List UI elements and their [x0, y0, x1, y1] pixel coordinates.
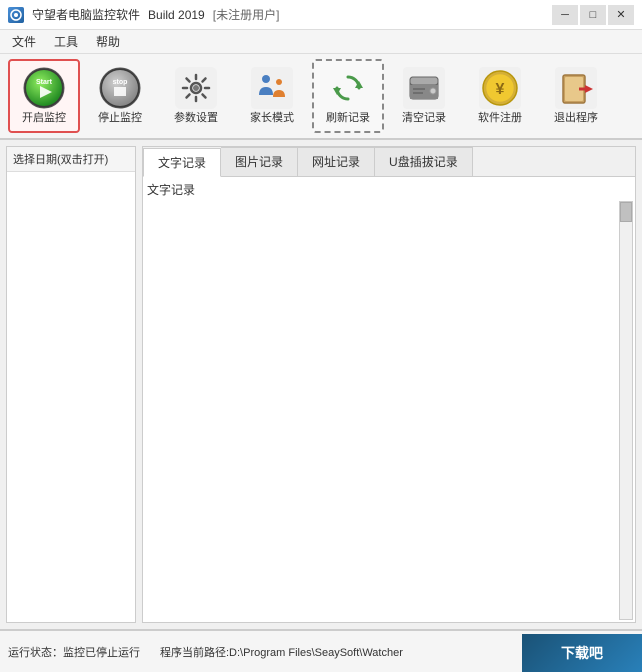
- main-content: 选择日期(双击打开) 文字记录 图片记录 网址记录 U盘插拔记录 文字记录: [0, 140, 642, 630]
- register-label: 软件注册: [478, 112, 522, 125]
- tab-content-area: 文字记录: [143, 177, 635, 622]
- watermark: 下载吧: [522, 634, 642, 672]
- date-tree-body[interactable]: [7, 172, 135, 622]
- tab-url-records[interactable]: 网址记录: [298, 147, 375, 176]
- menu-help[interactable]: 帮助: [88, 31, 128, 52]
- tab-usb-records[interactable]: U盘插拔记录: [375, 147, 473, 176]
- settings-button[interactable]: 参数设置: [160, 59, 232, 133]
- svg-text:¥: ¥: [496, 81, 505, 98]
- refresh-icon: [326, 66, 370, 110]
- parent-mode-icon: [250, 66, 294, 110]
- minimize-button[interactable]: ─: [552, 5, 578, 25]
- toolbar: Start 开启监控 stop 停止监控: [0, 54, 642, 140]
- title-bar-left: 守望者电脑监控软件 Build 2019 [未注册用户]: [8, 6, 279, 23]
- parent-mode-button[interactable]: 家长模式: [236, 59, 308, 133]
- start-icon: Start: [22, 66, 66, 110]
- scroll-thumb: [620, 202, 632, 222]
- tab-text-records[interactable]: 文字记录: [143, 148, 221, 177]
- text-records-scroll[interactable]: [147, 202, 631, 615]
- refresh-records-label: 刷新记录: [326, 112, 370, 125]
- menu-tools[interactable]: 工具: [46, 31, 86, 52]
- maximize-button[interactable]: □: [580, 5, 606, 25]
- register-icon: ¥: [478, 66, 522, 110]
- clear-records-label: 清空记录: [402, 112, 446, 125]
- start-monitor-button[interactable]: Start 开启监控: [8, 59, 80, 133]
- app-name: 守望者电脑监控软件: [32, 6, 140, 23]
- menu-file[interactable]: 文件: [4, 31, 44, 52]
- current-path: 程序当前路径:D:\Program Files\SeaySoft\Watcher: [160, 644, 403, 660]
- content-title: 文字记录: [147, 181, 631, 198]
- settings-label: 参数设置: [174, 112, 218, 125]
- settings-icon: [174, 66, 218, 110]
- scrollbar[interactable]: [619, 201, 633, 620]
- start-monitor-label: 开启监控: [22, 112, 66, 125]
- close-button[interactable]: ✕: [608, 5, 634, 25]
- exit-label: 退出程序: [554, 112, 598, 125]
- stop-icon: stop: [98, 66, 142, 110]
- parent-mode-label: 家长模式: [250, 112, 294, 125]
- date-tree-title: 选择日期(双击打开): [7, 147, 135, 172]
- clear-icon: [402, 66, 446, 110]
- exit-button[interactable]: 退出程序: [540, 59, 612, 133]
- run-status: 运行状态：监控已停止运行: [8, 644, 140, 660]
- build-label: Build 2019: [148, 8, 205, 22]
- user-status: [未注册用户]: [213, 6, 280, 23]
- window-controls: ─ □ ✕: [552, 5, 634, 25]
- register-button[interactable]: ¥ 软件注册: [464, 59, 536, 133]
- exit-icon: [554, 66, 598, 110]
- app-icon: [8, 7, 24, 23]
- svg-text:stop: stop: [113, 79, 128, 86]
- title-bar: 守望者电脑监控软件 Build 2019 [未注册用户] ─ □ ✕: [0, 0, 642, 30]
- watermark-text: 下载吧: [561, 643, 603, 663]
- stop-monitor-button[interactable]: stop 停止监控: [84, 59, 156, 133]
- records-panel: 文字记录 图片记录 网址记录 U盘插拔记录 文字记录: [142, 146, 636, 623]
- clear-records-button[interactable]: 清空记录: [388, 59, 460, 133]
- tab-image-records[interactable]: 图片记录: [221, 147, 298, 176]
- menu-bar: 文件 工具 帮助: [0, 30, 642, 54]
- tab-bar: 文字记录 图片记录 网址记录 U盘插拔记录: [143, 147, 635, 177]
- svg-text:Start: Start: [36, 79, 53, 86]
- stop-monitor-label: 停止监控: [98, 112, 142, 125]
- refresh-records-button[interactable]: 刷新记录: [312, 59, 384, 133]
- date-tree-panel: 选择日期(双击打开): [6, 146, 136, 623]
